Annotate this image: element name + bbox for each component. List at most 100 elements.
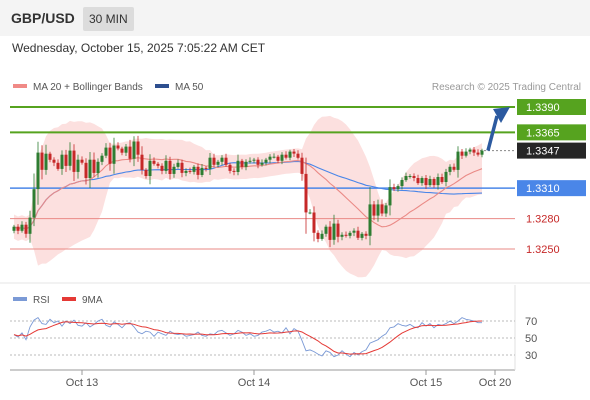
candle-body <box>188 170 192 172</box>
candle-body <box>196 166 200 175</box>
candle-body <box>60 154 64 169</box>
candle-body <box>248 160 252 162</box>
candle-body <box>92 159 96 173</box>
research-credit: Research © 2025 Trading Central <box>432 82 581 93</box>
candle-body <box>436 177 440 186</box>
candle-body <box>444 171 448 182</box>
rsi-tick-70: 70 <box>525 316 537 328</box>
price-label-1-3250: 1.3250 <box>526 244 560 256</box>
candle-body <box>400 180 404 187</box>
candle-body <box>72 150 76 172</box>
candle-body <box>340 234 344 237</box>
rsi-tick-50: 50 <box>525 333 537 345</box>
candle-body <box>224 157 228 165</box>
candle-body <box>140 154 144 170</box>
candle-body <box>428 179 432 186</box>
candle-body <box>216 161 220 165</box>
candle-body <box>292 151 296 154</box>
rsi-ma-legend-label: 9MA <box>82 295 103 306</box>
candle-body <box>220 157 224 162</box>
candle-body <box>96 161 100 173</box>
candle-body <box>128 146 132 159</box>
candle-body <box>408 176 412 177</box>
candle-body <box>360 233 364 238</box>
candle-body <box>328 226 332 240</box>
candle-body <box>420 178 424 184</box>
price-chart: MA 20 + Bollinger Bands MA 50 Research ©… <box>0 82 590 389</box>
candle-body <box>112 145 116 164</box>
candle-body <box>372 204 376 216</box>
candle-body <box>404 176 408 181</box>
candle-body <box>452 166 456 170</box>
candle-body <box>52 159 56 163</box>
candle-body <box>268 156 272 160</box>
candle-body <box>44 153 48 170</box>
price-label-1-3310: 1.3310 <box>526 183 560 195</box>
candle-body <box>16 226 20 231</box>
candle-body <box>208 157 212 169</box>
candle-body <box>440 177 444 183</box>
candle-body <box>288 151 292 158</box>
candle-body <box>356 230 360 238</box>
candle-body <box>364 233 368 236</box>
candle-body <box>176 162 180 167</box>
candle-body <box>80 159 84 163</box>
candle-body <box>144 169 148 176</box>
candle-body <box>200 167 204 175</box>
candle-body <box>204 167 208 169</box>
ma20-legend-label: MA 20 + Bollinger Bands <box>33 82 143 93</box>
candle-body <box>40 152 44 170</box>
candle-body <box>88 159 92 178</box>
candle-body <box>280 154 284 161</box>
candle-body <box>432 179 436 186</box>
price-label-1-3390: 1.3390 <box>526 102 560 114</box>
candle-body <box>468 149 472 152</box>
x-tick-label: Oct 13 <box>66 377 98 389</box>
candle-body <box>168 160 172 174</box>
candle-body <box>64 154 68 166</box>
candle-body <box>304 173 308 213</box>
candle-body <box>124 146 128 153</box>
candle-body <box>108 147 112 164</box>
ma50-legend-label: MA 50 <box>175 82 204 93</box>
candle-body <box>152 160 156 164</box>
candle-body <box>344 234 348 236</box>
candle-body <box>252 159 256 161</box>
candle-body <box>392 187 396 190</box>
candle-body <box>332 223 336 240</box>
candle-body <box>476 152 480 155</box>
candle-body <box>388 187 392 206</box>
candle-body <box>460 151 464 156</box>
candle-body <box>300 157 304 174</box>
candle-body <box>456 151 460 170</box>
candle-body <box>12 226 16 231</box>
candle-body <box>448 166 452 172</box>
candle-body <box>480 150 484 155</box>
candle-body <box>24 224 28 234</box>
candle-body <box>212 157 216 165</box>
candle-body <box>368 204 372 236</box>
candle-body <box>320 233 324 239</box>
price-label-1-3347: 1.3347 <box>526 146 560 158</box>
candle-body <box>164 160 168 171</box>
candle-body <box>396 186 400 190</box>
candle-body <box>20 224 24 231</box>
candle-body <box>36 152 40 190</box>
candle-body <box>32 189 36 218</box>
ma50-legend-swatch <box>155 84 169 88</box>
candle-body <box>412 176 416 178</box>
candle-body <box>180 162 184 173</box>
x-tick-label: Oct 20 <box>479 377 511 389</box>
candle-body <box>316 232 320 239</box>
price-label-1-3280: 1.3280 <box>526 214 560 226</box>
candle-body <box>156 163 160 166</box>
candle-body <box>260 162 264 165</box>
rsi-ma-legend-swatch <box>62 297 76 301</box>
candle-body <box>100 155 104 162</box>
candle-body <box>376 204 380 216</box>
candle-body <box>136 141 140 155</box>
candle-body <box>160 165 164 171</box>
candle-body <box>240 160 244 167</box>
candle-body <box>76 159 80 172</box>
candle-body <box>380 204 384 214</box>
